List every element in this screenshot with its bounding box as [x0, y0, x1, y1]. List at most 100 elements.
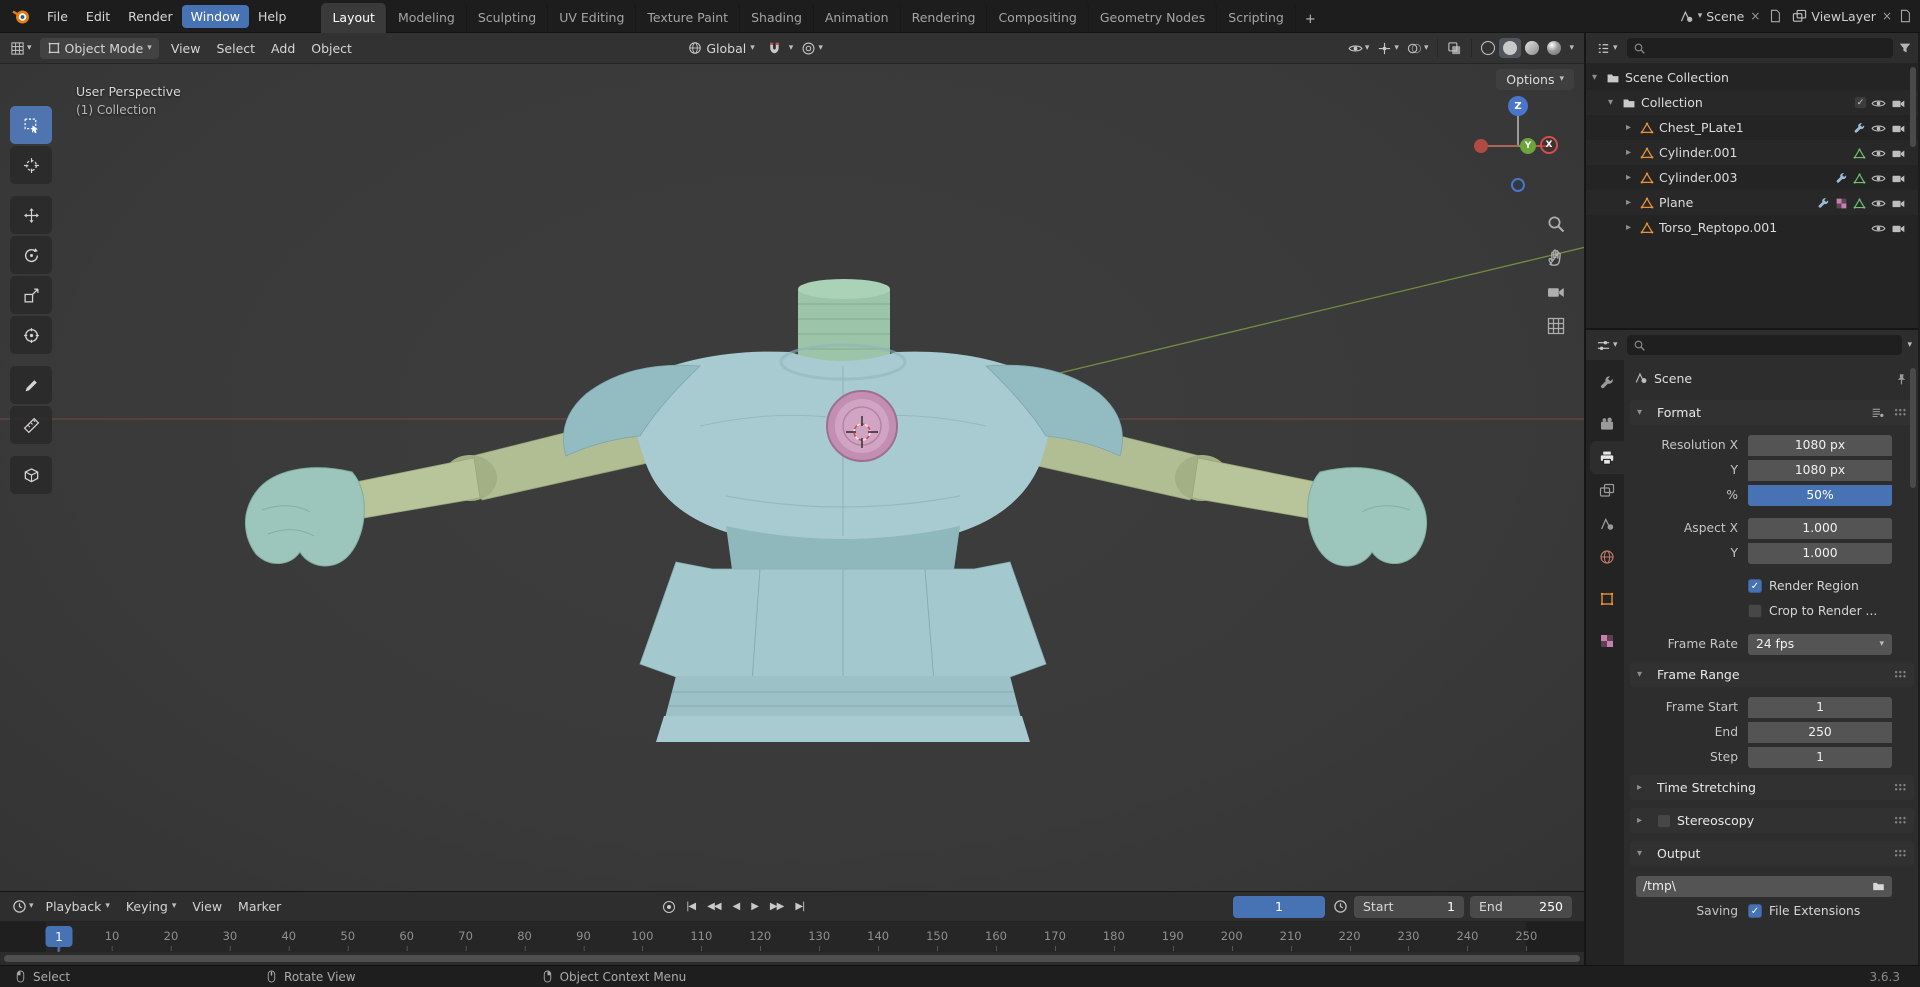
drag-handle-icon[interactable] — [1894, 408, 1907, 417]
next-keyframe-button[interactable]: ▶▶ — [765, 899, 788, 914]
resolution-x-field[interactable]: 1080 px — [1748, 434, 1892, 456]
menu-edit[interactable]: Edit — [77, 5, 119, 28]
modifier-wrench-icon[interactable] — [1817, 195, 1830, 210]
tool-cursor[interactable] — [10, 146, 52, 184]
row-collection[interactable]: ▾ Collection ✓ — [1586, 90, 1918, 115]
object-visibility-dropdown[interactable]: ▾ — [1344, 38, 1374, 59]
proportional-edit-toggle[interactable]: ▾ — [797, 38, 827, 59]
texture-icon[interactable] — [1835, 195, 1848, 210]
show-overlays-toggle[interactable]: ▾ — [1403, 38, 1433, 59]
zoom-icon[interactable] — [1546, 214, 1566, 234]
new-scene-icon[interactable] — [1768, 9, 1782, 24]
neck[interactable] — [798, 279, 890, 369]
scene-browse-icon[interactable] — [1679, 9, 1694, 24]
tab-output-properties[interactable] — [1590, 441, 1624, 474]
menu-add[interactable]: Add — [263, 37, 303, 60]
gizmo-neg-x-axis[interactable] — [1474, 139, 1488, 153]
view-menu[interactable]: View — [184, 896, 230, 917]
marker-menu[interactable]: Marker — [230, 896, 289, 917]
hide-eye-icon[interactable] — [1871, 145, 1886, 161]
toggle-ortho-icon[interactable] — [1546, 316, 1566, 336]
tab-scripting[interactable]: Scripting — [1217, 2, 1296, 33]
menu-file[interactable]: File — [38, 5, 77, 28]
outliner-search-input[interactable] — [1626, 38, 1893, 58]
navigation-gizmo[interactable]: Z Y X — [1466, 90, 1570, 202]
crop-to-render-checkbox[interactable]: ✓ — [1748, 604, 1762, 618]
lower-armor[interactable] — [639, 526, 1047, 742]
resolution-percent-slider[interactable]: 50% — [1748, 484, 1892, 506]
panel-format[interactable]: ▾ Format — [1630, 400, 1914, 425]
show-gizmo-toggle[interactable]: ▾ — [1373, 38, 1403, 59]
hide-eye-icon[interactable] — [1871, 95, 1886, 111]
tab-scene-properties[interactable] — [1590, 507, 1624, 540]
play-button[interactable]: ▶ — [746, 899, 763, 914]
viewlayer-name[interactable]: ViewLayer — [1811, 9, 1876, 24]
blender-logo-icon[interactable] — [8, 3, 34, 29]
mesh-data-icon[interactable] — [1853, 195, 1866, 210]
tab-texture-paint[interactable]: Texture Paint — [636, 2, 741, 33]
toggle-xray-button[interactable] — [1443, 38, 1466, 59]
timeline-editor-type-button[interactable]: ▾ — [8, 896, 38, 917]
timeline-ruler[interactable]: 1102030405060708090100110120130140150160… — [0, 922, 1584, 952]
collection-checkbox[interactable]: ✓ — [1854, 96, 1867, 109]
modifier-wrench-icon[interactable] — [1835, 170, 1848, 185]
editor-type-button[interactable]: ▾ — [6, 38, 36, 59]
panel-output[interactable]: ▾ Output — [1630, 841, 1914, 866]
mesh-data-icon[interactable] — [1853, 145, 1866, 160]
tab-sculpting[interactable]: Sculpting — [467, 2, 549, 33]
tab-texture-properties[interactable] — [1590, 624, 1624, 657]
timeline-scrollbar[interactable] — [0, 952, 1584, 965]
drag-handle-icon[interactable] — [1894, 816, 1907, 825]
drag-handle-icon[interactable] — [1894, 783, 1907, 792]
gizmo-y-axis[interactable]: Y — [1520, 138, 1536, 154]
tab-uv-editing[interactable]: UV Editing — [548, 2, 637, 33]
frame-end-field[interactable]: End 250 — [1470, 895, 1572, 918]
scene-unlink-icon[interactable]: × — [1748, 9, 1762, 23]
menu-help[interactable]: Help — [249, 5, 296, 28]
frame-start-field[interactable]: Start 1 — [1354, 895, 1464, 918]
frame-rate-dropdown[interactable]: 24 fps ▾ — [1748, 633, 1892, 655]
tool-add-cube[interactable] — [10, 456, 52, 494]
tool-measure[interactable] — [10, 406, 52, 444]
gizmo-neg-z-axis[interactable] — [1511, 178, 1525, 192]
tab-render-properties[interactable] — [1590, 408, 1624, 441]
tab-shading[interactable]: Shading — [740, 2, 814, 33]
tab-geometry-nodes[interactable]: Geometry Nodes — [1089, 2, 1218, 33]
shading-rendered-button[interactable] — [1543, 38, 1565, 58]
file-extensions-checkbox[interactable]: ✓ — [1748, 904, 1762, 918]
tab-tool-properties[interactable] — [1590, 366, 1624, 399]
gizmo-z-axis[interactable]: Z — [1508, 96, 1528, 116]
mesh-data-icon[interactable] — [1853, 170, 1866, 185]
current-frame-field[interactable]: 1 — [1233, 895, 1325, 918]
aspect-x-field[interactable]: 1.000 — [1748, 517, 1892, 539]
outliner-editor-type-button[interactable]: ▾ — [1592, 38, 1622, 59]
mode-dropdown[interactable]: Object Mode ▾ — [39, 37, 159, 59]
menu-view[interactable]: View — [163, 37, 209, 60]
stereoscopy-checkbox[interactable]: ✓ — [1657, 813, 1671, 828]
3d-scene[interactable] — [0, 64, 1584, 891]
render-region-checkbox[interactable]: ✓ — [1748, 579, 1762, 593]
viewlayer-unlink-icon[interactable]: × — [1880, 9, 1894, 23]
frame-step-field[interactable]: 1 — [1748, 746, 1892, 768]
open-folder-icon[interactable] — [1872, 879, 1885, 893]
keying-menu[interactable]: Keying ▾ — [118, 896, 185, 917]
menu-render[interactable]: Render — [119, 5, 182, 28]
frame-start-field[interactable]: 1 — [1748, 696, 1892, 718]
shading-dropdown[interactable]: ▾ — [1565, 41, 1578, 56]
tool-scale[interactable] — [10, 276, 52, 314]
outliner-filter-icon[interactable] — [1898, 41, 1912, 56]
playback-menu[interactable]: Playback ▾ — [38, 896, 118, 917]
jump-to-end-button[interactable]: ▶| — [790, 899, 809, 914]
panel-stereoscopy[interactable]: ▸ ✓ Stereoscopy — [1630, 808, 1914, 833]
transform-orientation-dropdown[interactable]: Global ▾ — [681, 38, 761, 59]
new-viewlayer-icon[interactable] — [1898, 9, 1912, 24]
3d-viewport[interactable]: Options ▾ User Perspective (1) Collection — [0, 64, 1584, 891]
tab-modeling[interactable]: Modeling — [387, 2, 467, 33]
format-presets-icon[interactable] — [1871, 405, 1884, 420]
hide-eye-icon[interactable] — [1871, 195, 1886, 211]
play-reverse-button[interactable]: ◀ — [728, 899, 745, 914]
row-cylinder-003[interactable]: ▸ Cylinder.003 — [1586, 165, 1918, 190]
shading-wireframe-button[interactable] — [1477, 38, 1499, 58]
disable-render-camera-icon[interactable] — [1891, 145, 1906, 161]
tool-move[interactable] — [10, 196, 52, 234]
